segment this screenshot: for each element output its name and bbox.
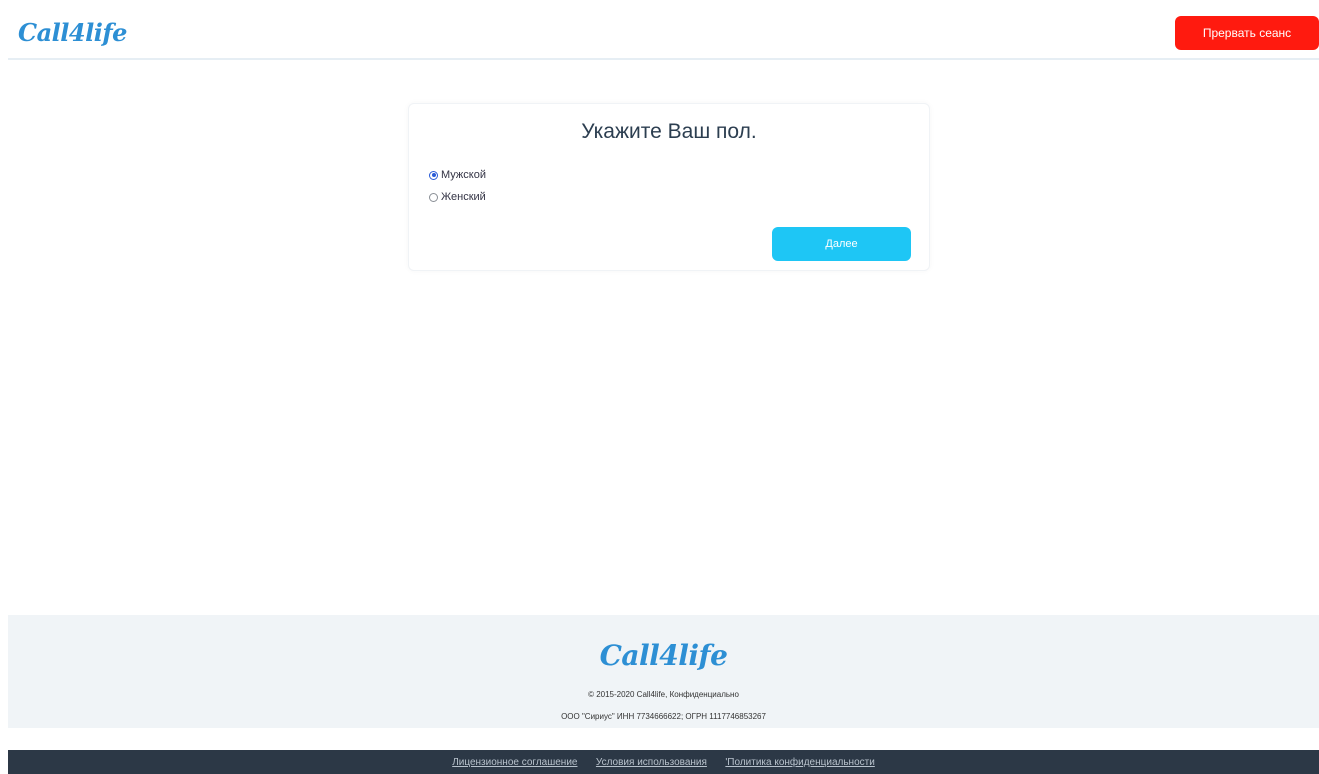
footer: Call4life © 2015-2020 Call4life, Конфиде… xyxy=(8,615,1319,728)
footer-logo: Call4life xyxy=(599,639,728,672)
end-session-button[interactable]: Прервать сеанс xyxy=(1175,16,1319,50)
privacy-policy-link[interactable]: 'Политика конфиденциальности xyxy=(725,757,874,768)
radio-label-female: Женский xyxy=(441,191,486,203)
radio-button-female[interactable] xyxy=(429,192,438,202)
company-info: ООО "Сириус" ИНН 7734666622; ОГРН 111774… xyxy=(561,712,766,721)
radio-label-male: Мужской xyxy=(441,169,486,181)
header: Call4life Прервать сеанс xyxy=(8,8,1319,60)
next-button[interactable]: Далее xyxy=(772,227,911,261)
license-agreement-link[interactable]: Лицензионное соглашение xyxy=(452,757,577,768)
radio-option-female[interactable]: Женский xyxy=(429,191,486,203)
radio-option-male[interactable]: Мужской xyxy=(429,169,486,181)
copyright-text: © 2015-2020 Call4life, Конфиденциально xyxy=(588,690,739,699)
radio-button-male[interactable] xyxy=(429,170,438,180)
terms-of-use-link[interactable]: Условия использования xyxy=(596,757,707,768)
page-title: Укажите Ваш пол. xyxy=(581,120,757,143)
page: Call4life Прервать сеанс Укажите Ваш пол… xyxy=(8,8,1319,774)
gender-card: Укажите Ваш пол. Мужской Женский Далее xyxy=(408,103,930,271)
logo[interactable]: Call4life xyxy=(18,18,127,47)
bottom-bar: Лицензионное соглашение Условия использо… xyxy=(8,750,1319,774)
